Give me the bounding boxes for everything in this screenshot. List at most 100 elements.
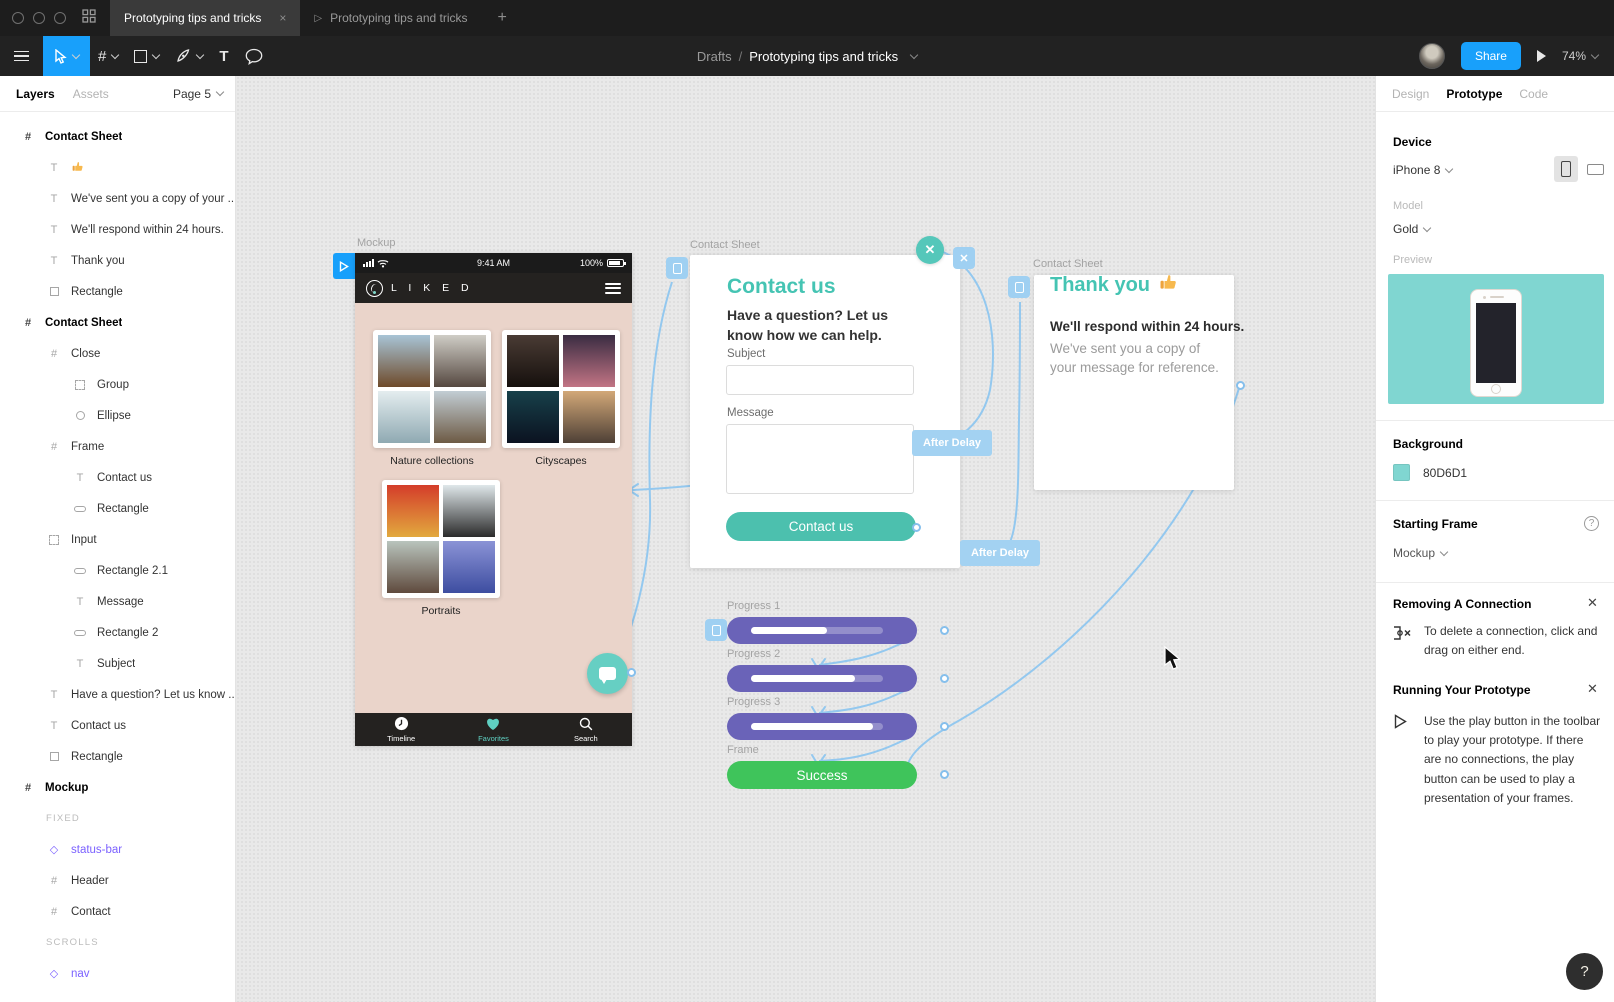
- main-menu-button[interactable]: [0, 36, 43, 76]
- layer-row[interactable]: ◇status-bar: [0, 834, 235, 865]
- mockup-frame[interactable]: 9:41 AM 100% L I K E D Nature collection…: [355, 253, 632, 746]
- dismiss-tip-icon[interactable]: ✕: [1587, 681, 1598, 697]
- layer-row[interactable]: Ellipse: [0, 400, 235, 431]
- layer-row[interactable]: #Contact Sheet: [0, 121, 235, 152]
- flow-connector-icon[interactable]: [705, 619, 727, 641]
- photo-thumbnail[interactable]: [434, 335, 486, 387]
- window-close-button[interactable]: [12, 12, 24, 24]
- flow-start-play-tab[interactable]: [333, 253, 355, 279]
- file-tab-presentation[interactable]: ▷ Prototyping tips and tricks: [300, 0, 481, 36]
- layer-row[interactable]: #Header: [0, 865, 235, 896]
- layer-row[interactable]: TMessage: [0, 586, 235, 617]
- connection-endpoint[interactable]: [940, 626, 949, 635]
- layer-row[interactable]: Rectangle 2: [0, 617, 235, 648]
- after-delay-badge[interactable]: After Delay: [912, 430, 992, 456]
- tab-layers[interactable]: Layers: [16, 87, 55, 101]
- photo-thumbnail[interactable]: [443, 541, 495, 593]
- layer-row[interactable]: TThank you: [0, 245, 235, 276]
- frame-tool-button[interactable]: #: [90, 36, 126, 76]
- layer-row[interactable]: T: [0, 152, 235, 183]
- layer-row[interactable]: TSubject: [0, 648, 235, 679]
- progress-frame[interactable]: [705, 665, 945, 692]
- tab-prototype[interactable]: Prototype: [1446, 87, 1502, 101]
- frame-label-mockup[interactable]: Mockup: [357, 237, 396, 249]
- flow-connector-icon[interactable]: [1008, 276, 1030, 298]
- present-play-button[interactable]: [1537, 50, 1546, 62]
- after-delay-badge[interactable]: After Delay: [960, 540, 1040, 566]
- help-button[interactable]: ?: [1566, 953, 1603, 990]
- layer-row[interactable]: Rectangle: [0, 493, 235, 524]
- message-textarea[interactable]: [726, 424, 914, 494]
- file-tab-active[interactable]: Prototyping tips and tricks ×: [110, 0, 300, 36]
- background-hex-value[interactable]: 80D6D1: [1423, 466, 1467, 480]
- text-tool-button[interactable]: T: [211, 36, 236, 76]
- layer-row[interactable]: #Close: [0, 338, 235, 369]
- orientation-portrait-button[interactable]: [1554, 156, 1578, 182]
- photo-thumbnail[interactable]: [563, 391, 615, 443]
- chevron-down-icon[interactable]: [111, 50, 119, 58]
- collection-card-cityscapes[interactable]: [502, 330, 620, 448]
- layer-row[interactable]: THave a question? Let us know ...: [0, 679, 235, 710]
- menu-icon[interactable]: [605, 280, 621, 296]
- close-connector-icon[interactable]: ✕: [953, 247, 975, 269]
- close-tab-icon[interactable]: ×: [279, 11, 286, 25]
- file-title[interactable]: Prototyping tips and tricks: [749, 49, 898, 64]
- help-circle-icon[interactable]: ?: [1584, 516, 1599, 531]
- chevron-down-icon[interactable]: [196, 50, 204, 58]
- dismiss-tip-icon[interactable]: ✕: [1587, 595, 1598, 611]
- chevron-down-icon[interactable]: [152, 50, 160, 58]
- connection-endpoint[interactable]: [627, 668, 636, 677]
- photo-thumbnail[interactable]: [507, 391, 559, 443]
- phone-nav-timeline[interactable]: Timeline: [355, 713, 447, 746]
- layer-row[interactable]: TWe'll respond within 24 hours.: [0, 214, 235, 245]
- photo-thumbnail[interactable]: [387, 485, 439, 537]
- layer-row[interactable]: #Contact Sheet: [0, 307, 235, 338]
- flow-connector-icon[interactable]: [666, 257, 688, 279]
- new-tab-button[interactable]: +: [482, 9, 523, 27]
- starting-frame-select[interactable]: Mockup: [1393, 546, 1447, 560]
- close-sheet-button[interactable]: ✕: [916, 236, 944, 264]
- photo-thumbnail[interactable]: [434, 391, 486, 443]
- frame-label-contact-sheet[interactable]: Contact Sheet: [690, 239, 760, 251]
- photo-thumbnail[interactable]: [378, 335, 430, 387]
- success-button[interactable]: Success: [727, 761, 917, 789]
- connection-endpoint[interactable]: [940, 770, 949, 779]
- canvas[interactable]: Mockup 9:41 AM 100% L I K E D Nature col…: [236, 76, 1375, 1002]
- chat-fab-button[interactable]: [587, 653, 628, 694]
- tab-design[interactable]: Design: [1392, 87, 1429, 101]
- layer-row[interactable]: TContact us: [0, 462, 235, 493]
- page-selector[interactable]: Page 5: [173, 87, 223, 101]
- layer-row[interactable]: Group: [0, 369, 235, 400]
- chevron-down-icon[interactable]: [72, 50, 80, 58]
- progress-frame-label[interactable]: Progress 2: [727, 648, 945, 661]
- progress-frame-label[interactable]: Progress 3: [727, 696, 945, 709]
- phone-nav-search[interactable]: Search: [540, 713, 632, 746]
- background-color-swatch[interactable]: [1393, 464, 1410, 481]
- connection-endpoint[interactable]: [1236, 381, 1245, 390]
- user-avatar[interactable]: [1419, 43, 1445, 69]
- progress-pill[interactable]: [727, 617, 917, 644]
- frame-label-thank-you[interactable]: Contact Sheet: [1033, 258, 1103, 270]
- tab-code[interactable]: Code: [1519, 87, 1548, 101]
- photo-thumbnail[interactable]: [563, 335, 615, 387]
- share-button[interactable]: Share: [1461, 42, 1521, 70]
- layer-row[interactable]: #Mockup: [0, 772, 235, 803]
- layer-row[interactable]: Input: [0, 524, 235, 555]
- photo-thumbnail[interactable]: [507, 335, 559, 387]
- background-color-row[interactable]: 80D6D1: [1393, 464, 1467, 481]
- photo-thumbnail[interactable]: [443, 485, 495, 537]
- connection-endpoint[interactable]: [940, 722, 949, 731]
- connection-endpoint[interactable]: [912, 523, 921, 532]
- layer-row[interactable]: #Contact: [0, 896, 235, 927]
- layer-row[interactable]: #Frame: [0, 431, 235, 462]
- window-minimize-button[interactable]: [33, 12, 45, 24]
- photo-thumbnail[interactable]: [387, 541, 439, 593]
- progress-frame-label[interactable]: Progress 1: [727, 600, 945, 613]
- move-tool-button[interactable]: [43, 36, 90, 76]
- contact-us-button[interactable]: Contact us: [726, 512, 916, 541]
- shape-tool-button[interactable]: [126, 36, 167, 76]
- collection-card-nature[interactable]: [373, 330, 491, 448]
- frame-label-success[interactable]: Frame: [727, 744, 945, 757]
- zoom-level-control[interactable]: 74%: [1562, 49, 1598, 63]
- comment-tool-button[interactable]: [237, 36, 271, 76]
